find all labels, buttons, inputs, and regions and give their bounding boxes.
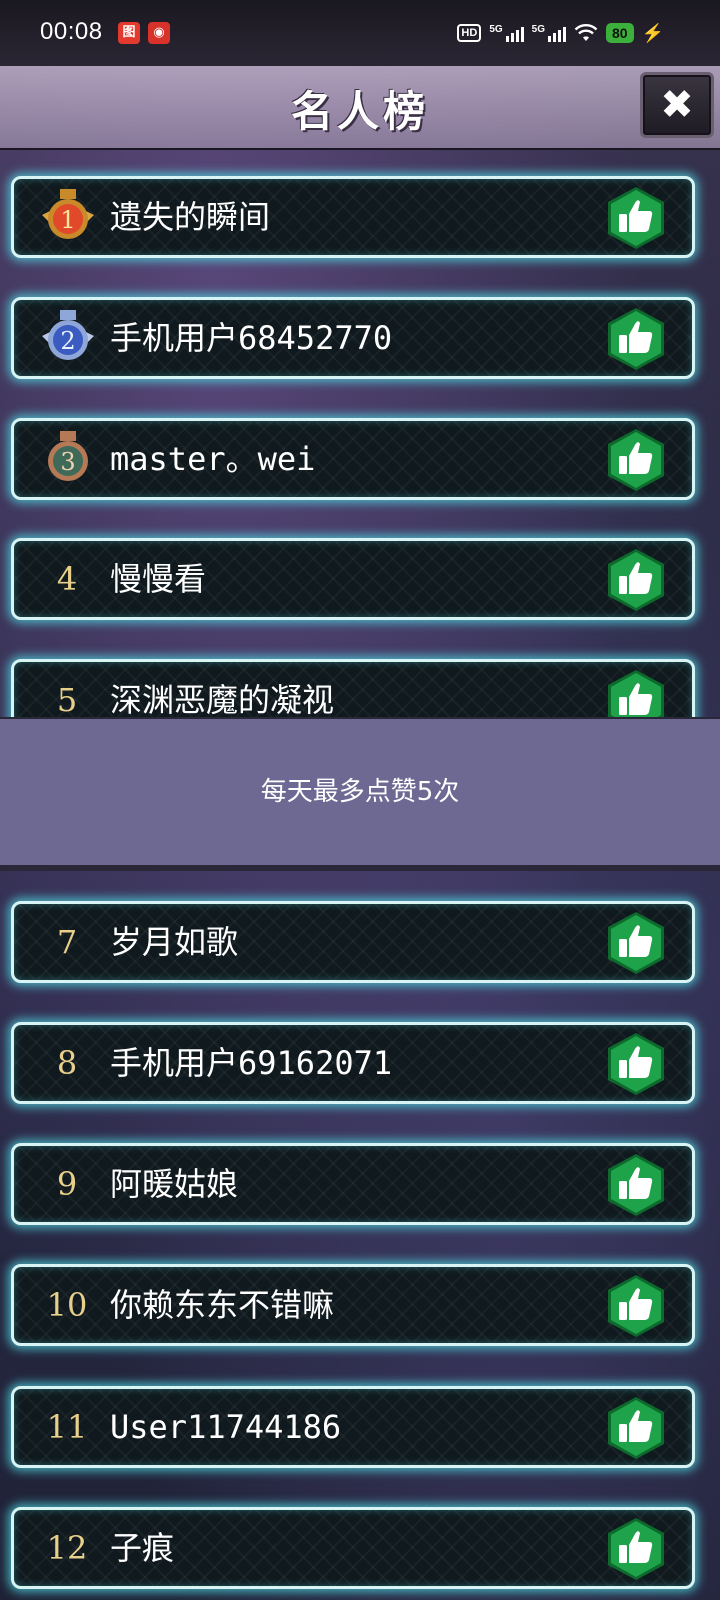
thumbs-up-icon — [608, 1154, 664, 1216]
like-button[interactable] — [604, 427, 668, 493]
player-name: 手机用户69162071 — [110, 1044, 393, 1082]
thumbs-up-icon — [608, 1518, 664, 1580]
player-name: 阿暖姑娘 — [110, 1165, 239, 1203]
leaderboard-row: 12 子痕 — [11, 1507, 695, 1589]
like-button[interactable] — [604, 306, 668, 372]
gold-medal-icon: 1 — [42, 189, 94, 239]
toast-message: 每天最多点赞5次 — [0, 717, 720, 871]
rank-number: 7 — [56, 923, 78, 961]
news-app-icon: 图 — [118, 22, 140, 44]
thumbs-up-icon — [608, 1033, 664, 1095]
player-name: master。wei — [110, 440, 316, 478]
svg-text:1: 1 — [60, 206, 75, 234]
close-button[interactable]: ✖ — [640, 72, 714, 138]
like-button[interactable] — [604, 185, 668, 251]
svg-text:2: 2 — [60, 327, 75, 355]
thumbs-up-icon — [608, 187, 664, 249]
leaderboard-row: 4 慢慢看 — [11, 538, 695, 620]
signal-icon-2: 5G — [532, 24, 566, 42]
like-button[interactable] — [604, 547, 668, 613]
like-button[interactable] — [604, 1152, 668, 1218]
thumbs-up-icon — [608, 1397, 664, 1459]
wifi-icon — [574, 24, 598, 42]
leaderboard-row: 8 手机用户69162071 — [11, 1022, 695, 1104]
player-name: User11744186 — [110, 1408, 342, 1446]
like-button[interactable] — [604, 910, 668, 976]
leaderboard-row: 3 master。wei — [11, 418, 695, 500]
player-name: 你赖东东不错嘛 — [110, 1286, 335, 1324]
rank-number: 12 — [46, 1529, 88, 1567]
page-title: 名人榜 — [290, 87, 429, 136]
leaderboard-row: 2 手机用户68452770 — [11, 297, 695, 379]
leaderboard-row: 1 遗失的瞬间 — [11, 176, 695, 258]
like-button[interactable] — [604, 1273, 668, 1339]
status-time: 00:08 — [40, 18, 103, 45]
thumbs-up-icon — [608, 549, 664, 611]
toast-text: 每天最多点赞5次 — [260, 777, 460, 807]
bronze-medal-icon: 3 — [48, 431, 88, 481]
like-button[interactable] — [604, 1395, 668, 1461]
leaderboard-row: 7 岁月如歌 — [11, 901, 695, 983]
rank-number: 8 — [56, 1044, 78, 1082]
hd-badge: HD — [457, 24, 482, 42]
battery-indicator: 80 — [606, 23, 634, 43]
status-bar: 00:08 图 ◉ HD 5G 5G 80 ⚡ — [0, 0, 720, 66]
leaderboard-row: 11 User11744186 — [11, 1386, 695, 1468]
player-name: 慢慢看 — [110, 560, 207, 598]
svg-text:3: 3 — [60, 448, 75, 476]
player-name: 子痕 — [110, 1529, 175, 1567]
signal-icon: 5G — [489, 24, 524, 42]
rank-number: 4 — [56, 560, 78, 598]
thumbs-up-icon — [608, 308, 664, 370]
player-name: 岁月如歌 — [110, 923, 239, 961]
title-bar: 名人榜 ✖ — [0, 66, 720, 150]
thumbs-up-icon — [608, 429, 664, 491]
rank-number: 11 — [46, 1408, 88, 1446]
rank-number: 10 — [46, 1286, 88, 1324]
leaderboard-row: 9 阿暖姑娘 — [11, 1143, 695, 1225]
game-app-icon: ◉ — [148, 22, 170, 44]
rank-number: 9 — [56, 1165, 78, 1203]
silver-medal-icon: 2 — [42, 310, 94, 360]
leaderboard-row: 10 你赖东东不错嘛 — [11, 1264, 695, 1346]
like-button[interactable] — [604, 1516, 668, 1582]
player-name: 遗失的瞬间 — [110, 198, 271, 236]
thumbs-up-icon — [608, 1275, 664, 1337]
charging-icon: ⚡ — [641, 22, 664, 43]
like-button[interactable] — [604, 1031, 668, 1097]
player-name: 手机用户68452770 — [110, 319, 393, 357]
thumbs-up-icon — [608, 912, 664, 974]
